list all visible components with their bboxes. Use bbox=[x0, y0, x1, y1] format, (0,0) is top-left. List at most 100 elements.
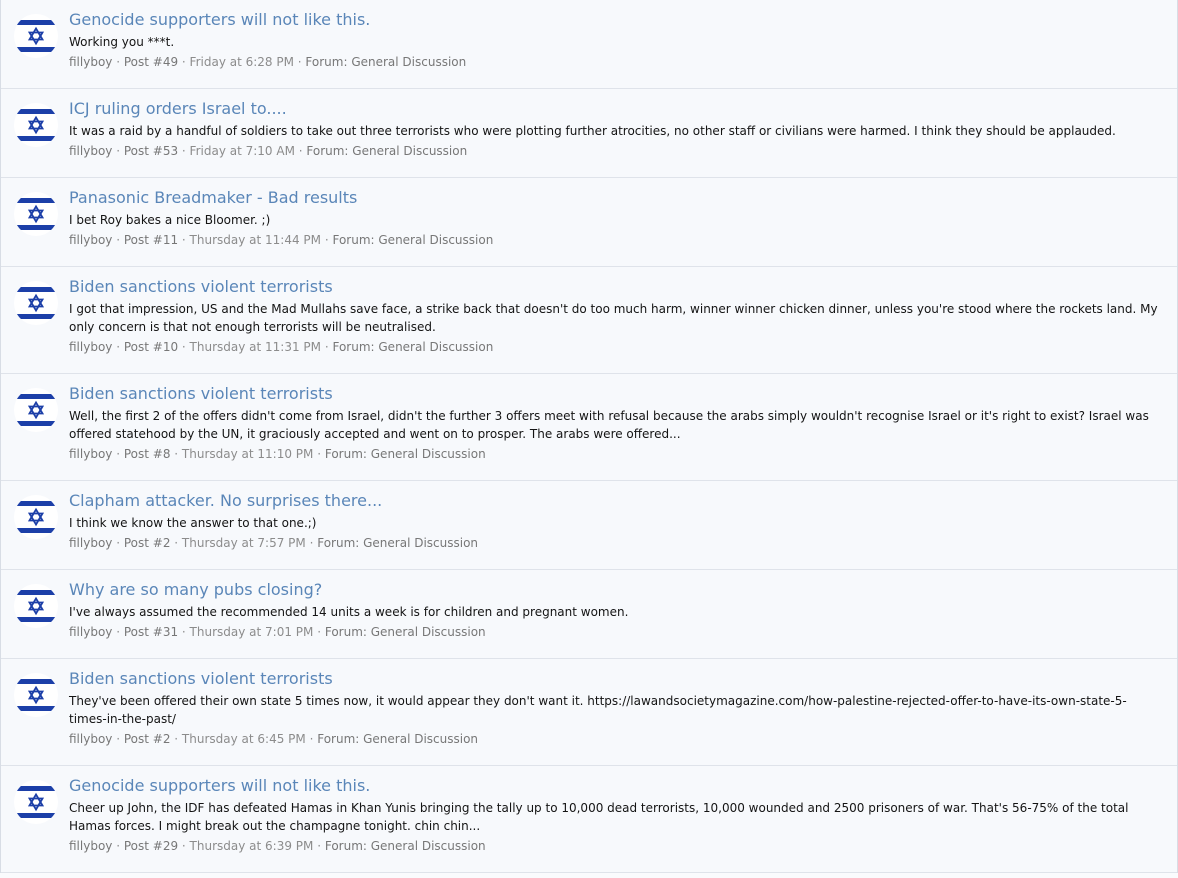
israel-flag-icon bbox=[14, 192, 58, 236]
post-number-link[interactable]: Post #8 bbox=[124, 447, 171, 461]
username-link[interactable]: fillyboy bbox=[69, 233, 112, 247]
meta-separator: · bbox=[112, 839, 124, 853]
search-result-row: Biden sanctions violent terrorists Well,… bbox=[1, 374, 1177, 481]
forum-link[interactable]: Forum: General Discussion bbox=[305, 55, 466, 69]
meta-separator: · bbox=[321, 340, 333, 354]
username-link[interactable]: fillyboy bbox=[69, 55, 112, 69]
username-link[interactable]: fillyboy bbox=[69, 732, 112, 746]
user-avatar[interactable] bbox=[14, 388, 58, 432]
israel-flag-icon bbox=[14, 388, 58, 432]
meta-separator: · bbox=[170, 536, 182, 550]
post-meta: fillyboy · Post #2 · Thursday at 6:45 PM… bbox=[69, 731, 1165, 747]
post-number-link[interactable]: Post #2 bbox=[124, 536, 171, 550]
forum-link[interactable]: Forum: General Discussion bbox=[325, 625, 486, 639]
post-snippet: I bet Roy bakes a nice Bloomer. ;) bbox=[69, 213, 271, 227]
post-meta: fillyboy · Post #31 · Thursday at 7:01 P… bbox=[69, 624, 1165, 640]
meta-separator: · bbox=[293, 55, 306, 69]
post-time: Thursday at 6:45 PM bbox=[181, 732, 306, 746]
meta-separator: · bbox=[112, 55, 124, 69]
username-link[interactable]: fillyboy bbox=[69, 625, 112, 639]
forum-link[interactable]: Forum: General Discussion bbox=[306, 144, 467, 158]
meta-separator: · bbox=[313, 625, 325, 639]
post-number-link[interactable]: Post #53 bbox=[124, 144, 178, 158]
search-result-row: Genocide supporters will not like this. … bbox=[1, 766, 1177, 873]
post-number-link[interactable]: Post #29 bbox=[124, 839, 178, 853]
post-snippet: Cheer up John, the IDF has defeated Hama… bbox=[69, 801, 1129, 833]
post-number-link[interactable]: Post #11 bbox=[124, 233, 178, 247]
meta-separator: · bbox=[170, 732, 182, 746]
forum-link[interactable]: Forum: General Discussion bbox=[332, 233, 493, 247]
israel-flag-icon bbox=[14, 103, 58, 147]
search-results-list: Genocide supporters will not like this. … bbox=[0, 0, 1178, 873]
post-time: Thursday at 11:10 PM bbox=[181, 447, 314, 461]
post-snippet: I think we know the answer to that one.;… bbox=[69, 516, 317, 530]
forum-link[interactable]: Forum: General Discussion bbox=[317, 536, 478, 550]
post-meta: fillyboy · Post #2 · Thursday at 7:57 PM… bbox=[69, 535, 1165, 551]
user-avatar[interactable] bbox=[14, 780, 58, 824]
israel-flag-icon bbox=[14, 14, 58, 58]
thread-title-link[interactable]: Clapham attacker. No surprises there... bbox=[69, 491, 1165, 511]
user-avatar[interactable] bbox=[14, 584, 58, 628]
thread-title-link[interactable]: Panasonic Breadmaker - Bad results bbox=[69, 188, 1165, 208]
username-link[interactable]: fillyboy bbox=[69, 839, 112, 853]
post-time: Thursday at 7:57 PM bbox=[181, 536, 306, 550]
username-link[interactable]: fillyboy bbox=[69, 340, 112, 354]
thread-title-link[interactable]: Why are so many pubs closing? bbox=[69, 580, 1165, 600]
israel-flag-icon bbox=[14, 584, 58, 628]
username-link[interactable]: fillyboy bbox=[69, 144, 112, 158]
post-snippet: They've been offered their own state 5 t… bbox=[69, 694, 1127, 726]
post-meta: fillyboy · Post #49 · Friday at 6:28 PM … bbox=[69, 54, 1165, 70]
user-avatar[interactable] bbox=[14, 14, 58, 58]
post-snippet: Working you ***t. bbox=[69, 35, 175, 49]
post-snippet: I've always assumed the recommended 14 u… bbox=[69, 605, 629, 619]
post-time: Thursday at 11:31 PM bbox=[189, 340, 322, 354]
post-number-link[interactable]: Post #2 bbox=[124, 732, 171, 746]
thread-title-link[interactable]: ICJ ruling orders Israel to.... bbox=[69, 99, 1165, 119]
forum-link[interactable]: Forum: General Discussion bbox=[325, 839, 486, 853]
user-avatar[interactable] bbox=[14, 673, 58, 717]
forum-link[interactable]: Forum: General Discussion bbox=[317, 732, 478, 746]
thread-title-link[interactable]: Genocide supporters will not like this. bbox=[69, 776, 1165, 796]
search-result-row: Clapham attacker. No surprises there... … bbox=[1, 481, 1177, 570]
username-link[interactable]: fillyboy bbox=[69, 536, 112, 550]
meta-separator: · bbox=[305, 536, 318, 550]
meta-separator: · bbox=[112, 233, 124, 247]
search-result-row: Biden sanctions violent terrorists They'… bbox=[1, 659, 1177, 766]
meta-separator: · bbox=[321, 233, 333, 247]
search-result-row: ICJ ruling orders Israel to.... It was a… bbox=[1, 89, 1177, 178]
search-result-row: Genocide supporters will not like this. … bbox=[1, 0, 1177, 89]
search-result-row: Why are so many pubs closing? I've alway… bbox=[1, 570, 1177, 659]
username-link[interactable]: fillyboy bbox=[69, 447, 112, 461]
post-snippet: I got that impression, US and the Mad Mu… bbox=[69, 302, 1158, 334]
post-meta: fillyboy · Post #10 · Thursday at 11:31 … bbox=[69, 339, 1165, 355]
user-avatar[interactable] bbox=[14, 281, 58, 325]
meta-separator: · bbox=[112, 536, 124, 550]
post-time: Thursday at 11:44 PM bbox=[189, 233, 322, 247]
thread-title-link[interactable]: Biden sanctions violent terrorists bbox=[69, 669, 1165, 689]
post-snippet: It was a raid by a handful of soldiers t… bbox=[69, 124, 1116, 138]
post-meta: fillyboy · Post #8 · Thursday at 11:10 P… bbox=[69, 446, 1165, 462]
post-snippet: Well, the first 2 of the offers didn't c… bbox=[69, 409, 1149, 441]
post-time: Thursday at 7:01 PM bbox=[189, 625, 314, 639]
thread-title-link[interactable]: Genocide supporters will not like this. bbox=[69, 10, 1165, 30]
forum-link[interactable]: Forum: General Discussion bbox=[325, 447, 486, 461]
meta-separator: · bbox=[294, 144, 307, 158]
forum-link[interactable]: Forum: General Discussion bbox=[332, 340, 493, 354]
post-number-link[interactable]: Post #10 bbox=[124, 340, 178, 354]
meta-separator: · bbox=[178, 233, 190, 247]
thread-title-link[interactable]: Biden sanctions violent terrorists bbox=[69, 384, 1165, 404]
israel-flag-icon bbox=[14, 495, 58, 539]
user-avatar[interactable] bbox=[14, 103, 58, 147]
post-meta: fillyboy · Post #29 · Thursday at 6:39 P… bbox=[69, 838, 1165, 854]
israel-flag-icon bbox=[14, 673, 58, 717]
post-time: Friday at 7:10 AM bbox=[189, 144, 295, 158]
thread-title-link[interactable]: Biden sanctions violent terrorists bbox=[69, 277, 1165, 297]
meta-separator: · bbox=[112, 625, 124, 639]
post-number-link[interactable]: Post #49 bbox=[124, 55, 178, 69]
israel-flag-icon bbox=[14, 780, 58, 824]
user-avatar[interactable] bbox=[14, 495, 58, 539]
post-number-link[interactable]: Post #31 bbox=[124, 625, 178, 639]
search-result-row: Panasonic Breadmaker - Bad results I bet… bbox=[1, 178, 1177, 267]
user-avatar[interactable] bbox=[14, 192, 58, 236]
meta-separator: · bbox=[112, 447, 124, 461]
